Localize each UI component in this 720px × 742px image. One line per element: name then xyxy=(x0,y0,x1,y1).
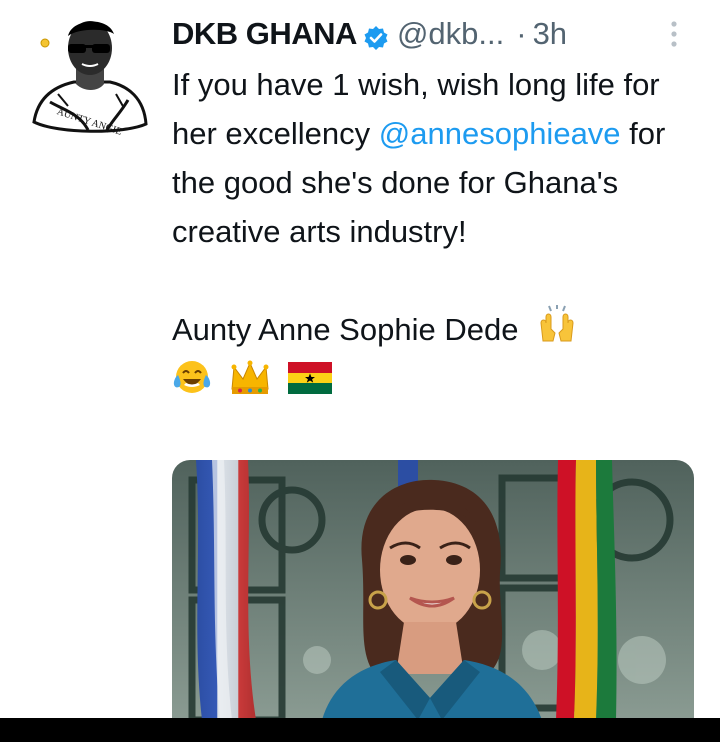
separator-dot: · xyxy=(516,16,527,51)
tweet-timestamp[interactable]: 3h xyxy=(533,14,567,54)
photo-illustration xyxy=(172,460,694,720)
raised-hands-emoji-icon xyxy=(537,305,577,359)
tweet-body: If you have 1 wish, wish long life for h… xyxy=(172,60,712,256)
author-handle[interactable]: @dkb... xyxy=(397,14,504,54)
more-options-icon[interactable] xyxy=(664,16,684,52)
ghana-flag-emoji-icon xyxy=(288,359,332,408)
tweet-signature-line: Aunty Anne Sophie Dede xyxy=(172,305,712,359)
tweet-text: If you have 1 wish, wish long life for h… xyxy=(172,60,712,408)
crown-emoji-icon xyxy=(228,357,272,411)
tweet-header: DKB GHANA @dkb... · 3h xyxy=(172,14,567,54)
tweet-media-image[interactable] xyxy=(172,460,694,720)
emoji-row xyxy=(172,359,712,408)
crying-laughing-emoji-icon xyxy=(172,357,212,411)
verified-badge-icon xyxy=(363,21,389,50)
mention-link[interactable]: @annesophieave xyxy=(379,116,621,151)
avatar-illustration: AUNTY ANGIE xyxy=(32,21,148,138)
author-display-name[interactable]: DKB GHANA xyxy=(172,14,357,54)
bottom-black-bar xyxy=(0,718,720,742)
tweet-signature: Aunty Anne Sophie Dede xyxy=(172,312,519,348)
avatar[interactable]: AUNTY ANGIE xyxy=(28,10,150,140)
